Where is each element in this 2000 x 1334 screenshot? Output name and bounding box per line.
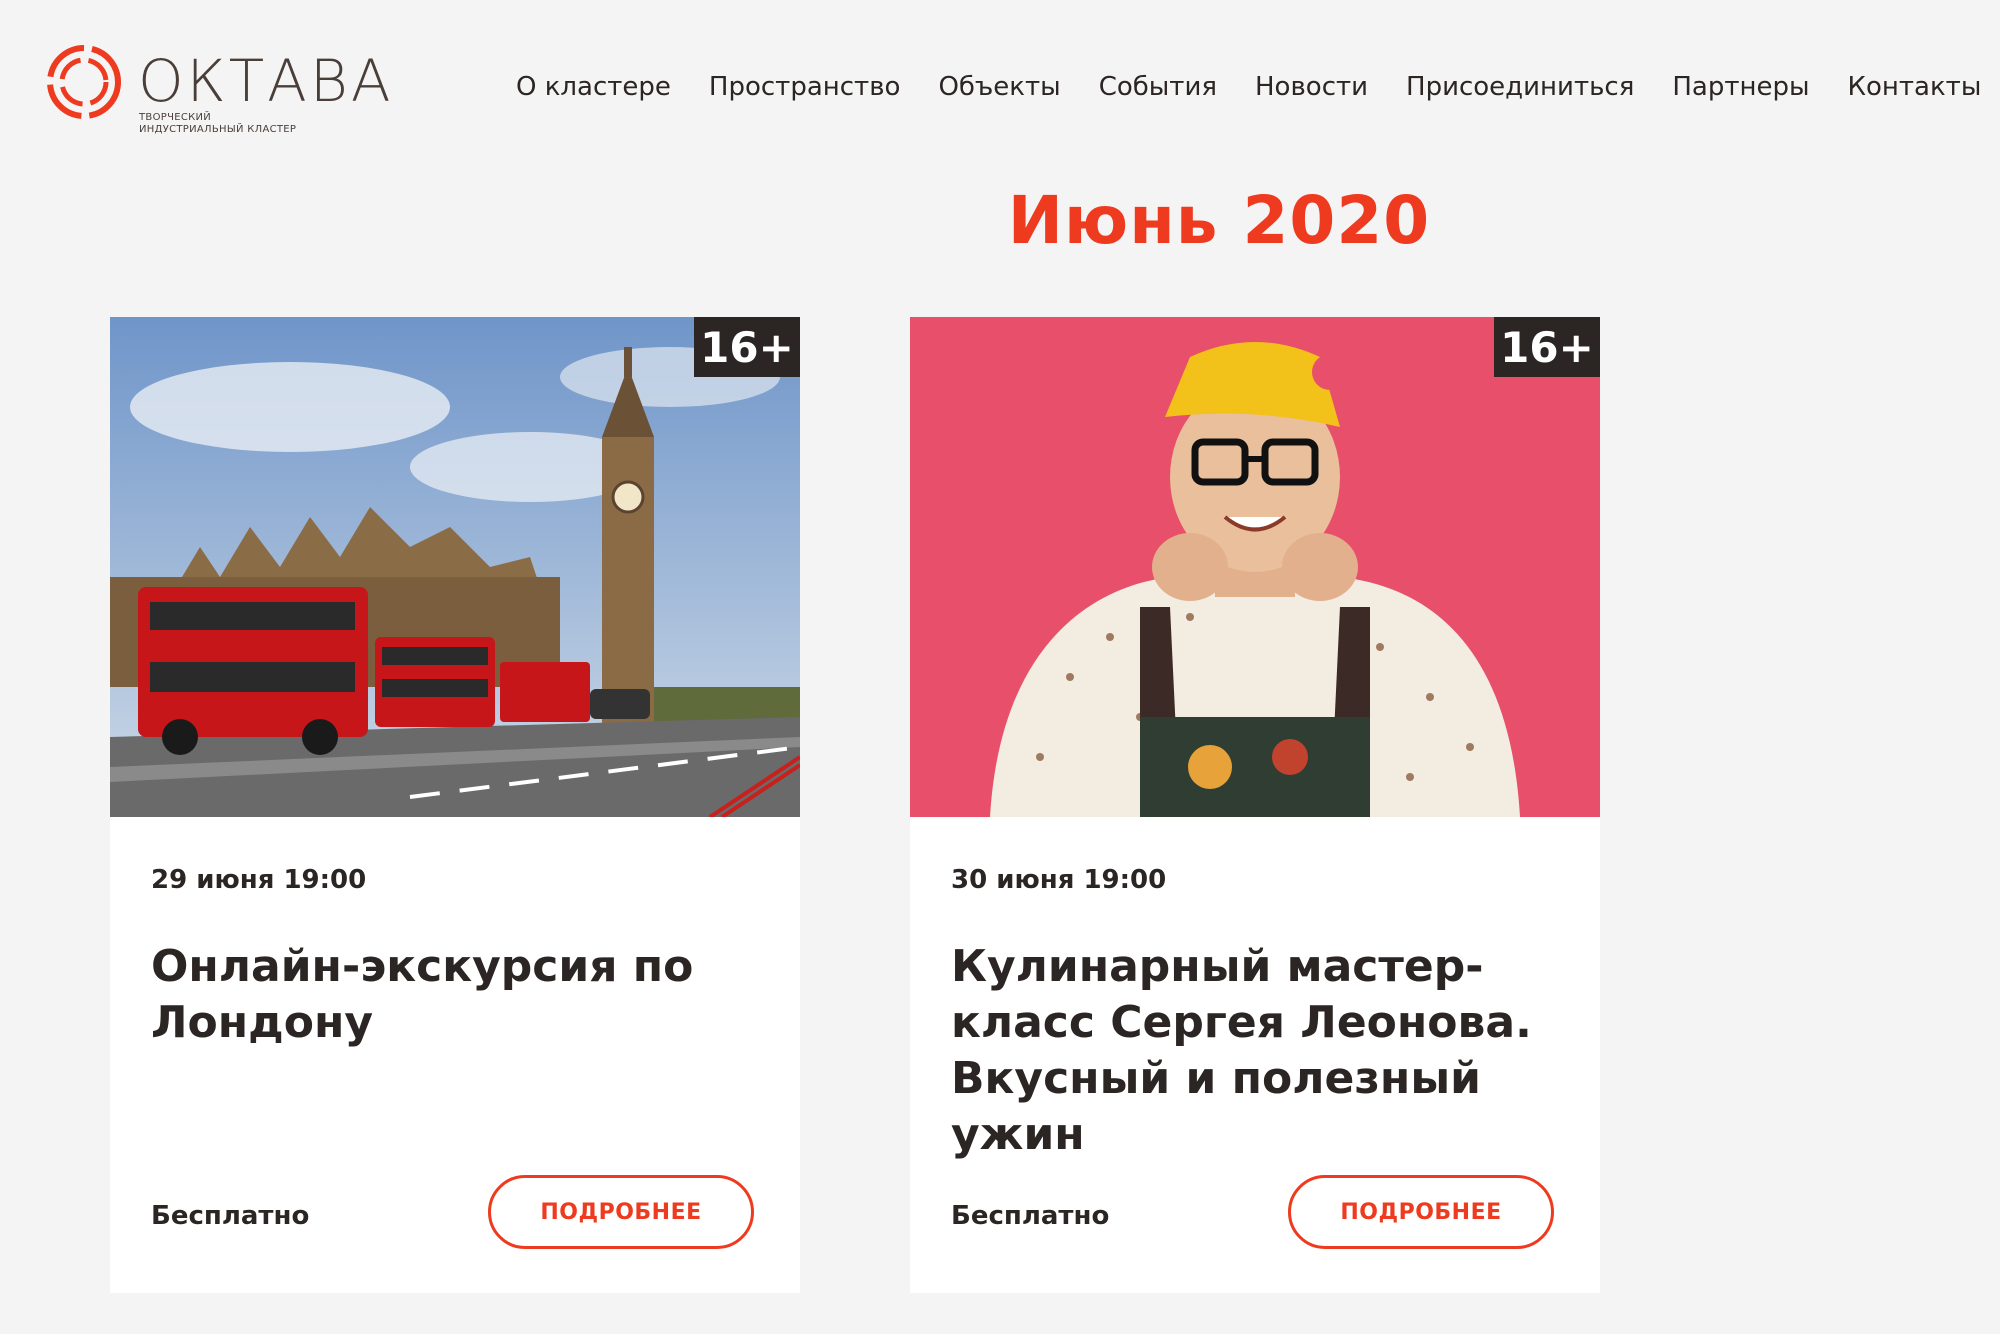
nav-about[interactable]: О кластере — [516, 72, 671, 102]
nav-events[interactable]: События — [1099, 72, 1217, 102]
nav-contacts[interactable]: Контакты — [1848, 72, 1982, 102]
event-title[interactable]: Онлайн-экскурсия по Лондону — [151, 939, 764, 1051]
logo-tagline: ТВОРЧЕСКИЙ ИНДУСТРИАЛЬНЫЙ КЛАСТЕР — [139, 112, 296, 136]
event-card: 16+ 29 июня 19:00 Онлайн-экскурсия по Ло… — [110, 317, 800, 1293]
nav-objects[interactable]: Объекты — [938, 72, 1060, 102]
age-rating-badge: 16+ — [1494, 317, 1600, 377]
logo-tagline-line1: ТВОРЧЕСКИЙ — [139, 112, 212, 123]
london-photo-illustration — [110, 317, 800, 817]
logo[interactable]: ОКТАВА ТВОРЧЕСКИЙ ИНДУСТРИАЛЬНЫЙ КЛАСТЕР — [42, 42, 391, 142]
month-heading: Июнь 2020 — [0, 182, 2000, 259]
event-image-london[interactable]: 16+ — [110, 317, 800, 817]
logo-tagline-line2: ИНДУСТРИАЛЬНЫЙ КЛАСТЕР — [139, 124, 297, 135]
event-price: Бесплатно — [951, 1201, 1110, 1231]
main-nav: О кластере Пространство Объекты События … — [516, 72, 1981, 102]
chef-photo-illustration — [910, 317, 1600, 817]
event-image-chef[interactable]: 16+ — [910, 317, 1600, 817]
logo-wordmark: ОКТАВА — [138, 47, 394, 115]
details-button[interactable]: ПОДРОБНЕЕ — [1288, 1175, 1554, 1249]
nav-join[interactable]: Присоединиться — [1406, 72, 1634, 102]
details-button[interactable]: ПОДРОБНЕЕ — [488, 1175, 754, 1249]
age-rating-badge: 16+ — [694, 317, 800, 377]
event-price: Бесплатно — [151, 1201, 310, 1231]
event-date: 29 июня 19:00 — [151, 865, 367, 895]
event-date: 30 июня 19:00 — [951, 865, 1167, 895]
event-card: 16+ 30 июня 19:00 Кулинарный мастер-клас… — [910, 317, 1600, 1293]
nav-news[interactable]: Новости — [1255, 72, 1368, 102]
nav-partners[interactable]: Партнеры — [1672, 72, 1809, 102]
month-heading-text: Июнь 2020 — [1007, 182, 1431, 259]
logo-ring-icon — [47, 45, 121, 119]
nav-space[interactable]: Пространство — [709, 72, 901, 102]
event-title[interactable]: Кулинарный мастер-класс Сергея Леонова. … — [951, 939, 1564, 1163]
